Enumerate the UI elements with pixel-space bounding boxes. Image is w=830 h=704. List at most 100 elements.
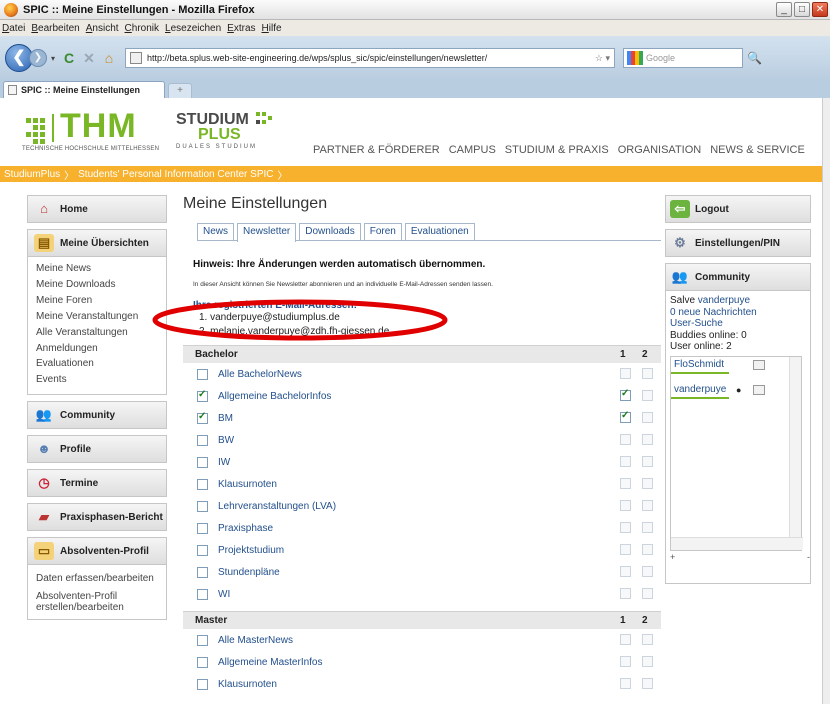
url-bar[interactable]: http://beta.splus.web-site-engineering.d… xyxy=(125,48,616,68)
message-icon[interactable] xyxy=(753,359,765,370)
submenu-meine-foren[interactable]: Meine Foren xyxy=(36,293,166,309)
email-1-checkbox[interactable] xyxy=(620,456,631,467)
submenu-events[interactable]: Events xyxy=(36,372,166,388)
subscribe-checkbox[interactable] xyxy=(197,456,208,468)
vertical-scrollbar[interactable] xyxy=(789,356,801,537)
email-1-checkbox[interactable] xyxy=(620,678,631,689)
subscribe-checkbox[interactable] xyxy=(197,588,208,600)
topnav-news-service[interactable]: NEWS & SERVICE xyxy=(710,144,805,156)
email-1-checkbox[interactable] xyxy=(620,368,631,379)
community-panel-header[interactable]: 👥 Community xyxy=(665,263,811,291)
tab-active[interactable]: SPIC :: Meine Einstellungen xyxy=(3,81,165,98)
newsletter-label[interactable]: Alle MasterNews xyxy=(218,635,293,646)
email-2-checkbox[interactable] xyxy=(642,434,653,445)
newsletter-label[interactable]: Praxisphase xyxy=(218,523,273,534)
email-1-checkbox[interactable] xyxy=(620,634,631,645)
email-2-checkbox[interactable] xyxy=(642,566,653,577)
email-1-checkbox[interactable] xyxy=(620,588,631,599)
buddy-name[interactable]: FloSchmidt xyxy=(671,357,729,374)
minimize-button[interactable]: _ xyxy=(776,2,792,17)
newsletter-label[interactable]: WI xyxy=(218,589,230,600)
studiumplus-logo[interactable]: STUDIUM PLUS DUALES STUDIUM xyxy=(176,112,276,152)
email-1-checkbox[interactable] xyxy=(620,478,631,489)
subscribe-checkbox[interactable] xyxy=(197,368,208,380)
home-button[interactable]: ⌂ xyxy=(99,50,119,66)
newsletter-label[interactable]: Stundenpläne xyxy=(218,567,280,578)
email-1-checkbox[interactable] xyxy=(620,544,631,555)
message-icon[interactable] xyxy=(753,384,765,395)
email-2-checkbox[interactable] xyxy=(642,456,653,467)
submenu-meine-veranstaltungen[interactable]: Meine Veranstaltungen xyxy=(36,309,166,325)
topnav-campus[interactable]: CAMPUS xyxy=(449,144,496,156)
email-2-checkbox[interactable] xyxy=(642,368,653,379)
new-messages-link[interactable]: 0 neue Nachrichten xyxy=(670,307,808,319)
maximize-button[interactable]: □ xyxy=(794,2,810,17)
menu-chronik[interactable]: Chronik xyxy=(125,23,159,34)
topnav-partner[interactable]: PARTNER & FÖRDERER xyxy=(313,144,440,156)
newsletter-label[interactable]: IW xyxy=(218,457,230,468)
subscribe-checkbox[interactable] xyxy=(197,634,208,646)
newsletter-label[interactable]: Allgemeine BachelorInfos xyxy=(218,391,331,402)
newsletter-label[interactable]: Projektstudium xyxy=(218,545,284,556)
horizontal-scrollbar[interactable] xyxy=(671,536,803,550)
email-1-checkbox[interactable] xyxy=(620,566,631,577)
breadcrumb-spic[interactable]: Students' Personal Information Center SP… xyxy=(78,169,273,180)
subscribe-checkbox[interactable] xyxy=(197,566,208,578)
stop-button[interactable]: ✕ xyxy=(79,50,99,67)
email-2-checkbox[interactable] xyxy=(642,656,653,667)
sidebar-item-termine[interactable]: ◷ Termine xyxy=(27,469,167,498)
email-2-checkbox[interactable] xyxy=(642,412,653,423)
current-user-link[interactable]: vanderpuye xyxy=(698,295,750,306)
webcam-icon[interactable]: ● xyxy=(736,385,741,395)
email-2-checkbox[interactable] xyxy=(642,390,653,401)
subscribe-checkbox[interactable] xyxy=(197,434,208,446)
email-1-checkbox[interactable] xyxy=(620,388,631,401)
subscribe-checkbox[interactable] xyxy=(197,678,208,690)
topnav-organisation[interactable]: ORGANISATION xyxy=(618,144,702,156)
email-2-checkbox[interactable] xyxy=(642,678,653,689)
menu-bearbeiten[interactable]: Bearbeiten xyxy=(31,23,79,34)
sidebar-item-community[interactable]: 👥 Community xyxy=(27,401,167,430)
subscribe-checkbox[interactable] xyxy=(197,544,208,556)
newsletter-label[interactable]: Klausurnoten xyxy=(218,679,277,690)
subscribe-checkbox[interactable] xyxy=(197,389,208,402)
newsletter-label[interactable]: BW xyxy=(218,435,234,446)
subscribe-checkbox[interactable] xyxy=(197,656,208,668)
email-2-checkbox[interactable] xyxy=(642,500,653,511)
menu-datei[interactable]: Datei xyxy=(2,23,25,34)
newsletter-label[interactable]: Klausurnoten xyxy=(218,479,277,490)
subscribe-checkbox[interactable] xyxy=(197,522,208,534)
bookmark-star-icon[interactable]: ☆ ▾ xyxy=(595,53,610,64)
newsletter-label[interactable]: BM xyxy=(218,413,233,424)
search-input[interactable]: Google xyxy=(623,48,744,68)
thm-logo[interactable]: THM TECHNISCHE HOCHSCHULE MITTELHESSEN xyxy=(22,109,182,152)
sidebar-item-home[interactable]: ⌂ Home xyxy=(27,195,167,223)
close-button[interactable]: ✕ xyxy=(812,2,828,17)
new-tab-button[interactable]: + xyxy=(168,83,192,98)
newsletter-label[interactable]: Allgemeine MasterInfos xyxy=(218,657,323,668)
menu-ansicht[interactable]: Ansicht xyxy=(86,23,119,34)
submenu-evaluationen[interactable]: Evaluationen xyxy=(36,356,166,372)
submenu-meine-news[interactable]: Meine News xyxy=(36,261,166,277)
tab-downloads[interactable]: Downloads xyxy=(299,223,361,240)
search-go-icon[interactable]: 🔍 xyxy=(747,51,762,65)
reload-button[interactable]: C xyxy=(59,50,79,66)
subscribe-checkbox[interactable] xyxy=(197,478,208,490)
email-2-checkbox[interactable] xyxy=(642,544,653,555)
menu-hilfe[interactable]: Hilfe xyxy=(262,23,282,34)
logout-button[interactable]: ⇦ Logout xyxy=(665,195,811,223)
submenu-absolventen-erstellen[interactable]: Absolventen-Profil erstellen/bearbeiten xyxy=(36,591,136,613)
menu-extras[interactable]: Extras xyxy=(227,23,255,34)
tab-foren[interactable]: Foren xyxy=(363,223,402,240)
email-1-checkbox[interactable] xyxy=(620,656,631,667)
submenu-meine-downloads[interactable]: Meine Downloads xyxy=(36,277,166,293)
email-2-checkbox[interactable] xyxy=(642,478,653,489)
page-vertical-scrollbar[interactable] xyxy=(822,98,830,704)
buddy-name[interactable]: vanderpuye xyxy=(671,382,729,399)
collapse-icon[interactable]: - xyxy=(807,552,810,562)
submenu-alle-veranstaltungen[interactable]: Alle Veranstaltungen xyxy=(36,325,166,341)
submenu-anmeldungen[interactable]: Anmeldungen xyxy=(36,341,166,357)
email-1-checkbox[interactable] xyxy=(620,434,631,445)
expand-icon[interactable]: + xyxy=(670,552,675,562)
newsletter-label[interactable]: Alle BachelorNews xyxy=(218,369,302,380)
